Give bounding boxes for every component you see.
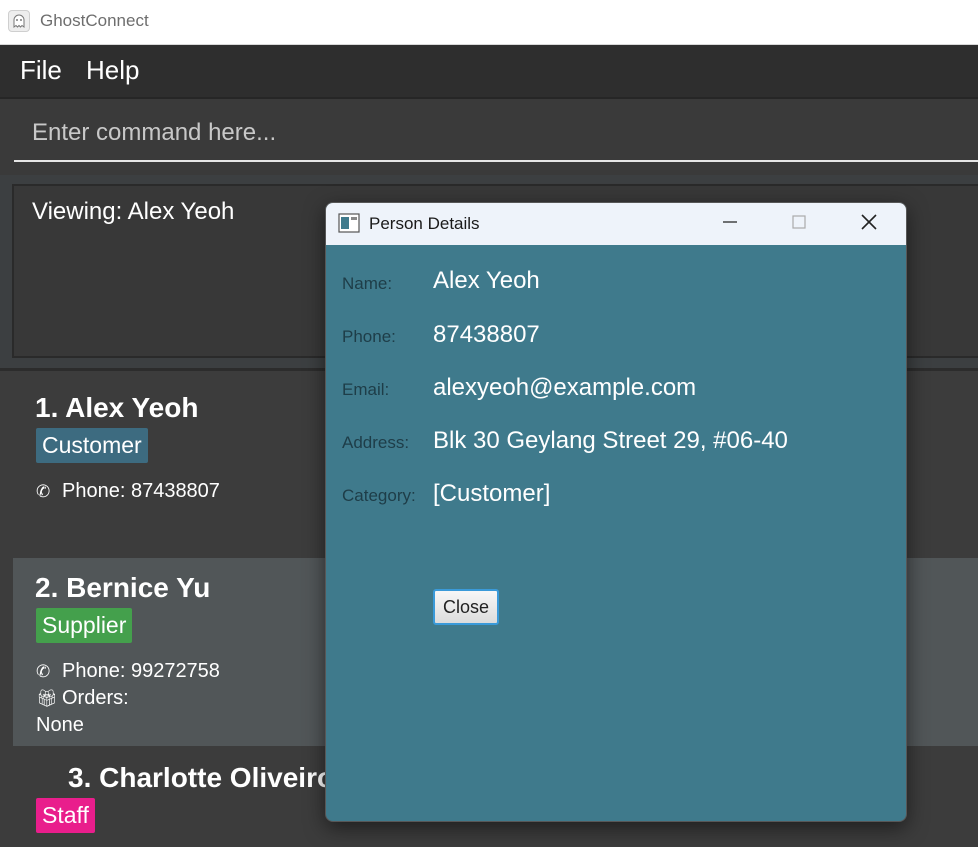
address-value: Blk 30 Geylang Street 29, #06-40 <box>433 427 788 454</box>
phone-label: Phone: <box>342 327 396 346</box>
menu-file[interactable]: File <box>20 55 62 86</box>
close-window-button[interactable] <box>834 203 904 245</box>
email-label: Email: <box>342 380 390 399</box>
person-phone: ✆ Phone: 87438807 <box>36 480 220 503</box>
email-value: alexyeoh@example.com <box>433 374 697 401</box>
name-value: Alex Yeoh <box>433 267 540 294</box>
app-titlebar: GhostConnect <box>0 0 978 45</box>
menu-bar: File Help <box>0 45 978 99</box>
phone-icon: ✆ <box>36 662 51 681</box>
phone-icon: ✆ <box>36 482 51 501</box>
maximize-button[interactable] <box>764 203 834 245</box>
result-text: Viewing: Alex Yeoh <box>32 198 235 225</box>
minimize-icon <box>722 214 738 234</box>
category-label: Category: <box>342 486 416 505</box>
person-name: 3. Charlotte Oliveiro <box>68 762 335 793</box>
person-phone: ✆ Phone: 99272758 <box>36 660 220 683</box>
category-tag: Customer <box>36 428 148 463</box>
ghost-icon <box>8 10 30 32</box>
command-input[interactable] <box>14 106 978 162</box>
category-tag: Supplier <box>36 608 133 643</box>
phone-text: Phone: 99272758 <box>62 660 220 682</box>
phone-text: Phone: 87438807 <box>62 480 220 502</box>
phone-value: 87438807 <box>433 321 540 348</box>
maximize-icon <box>791 214 807 234</box>
person-name: 1. Alex Yeoh <box>35 392 199 423</box>
person-name: 2. Bernice Yu <box>35 572 211 603</box>
app-title: GhostConnect <box>40 11 149 30</box>
name-label: Name: <box>342 274 393 293</box>
address-label: Address: <box>342 433 410 452</box>
dialog-title: Person Details <box>369 214 480 233</box>
window-icon <box>338 213 360 233</box>
person-details-dialog: Person Details Name: Alex Yeoh Phone: 87… <box>325 202 907 822</box>
close-icon <box>860 213 878 235</box>
category-tag: Staff <box>36 798 95 833</box>
close-button[interactable]: Close <box>433 589 499 625</box>
orders-label: Orders: <box>62 687 129 709</box>
minimize-button[interactable] <box>695 203 765 245</box>
dialog-titlebar[interactable]: Person Details <box>326 203 906 245</box>
person-orders: 🎁︎ Orders: <box>36 687 129 710</box>
menu-help[interactable]: Help <box>86 55 139 86</box>
gift-icon: 🎁︎ <box>36 689 58 708</box>
category-value: [Customer] <box>433 480 551 507</box>
orders-value: None <box>36 714 84 736</box>
